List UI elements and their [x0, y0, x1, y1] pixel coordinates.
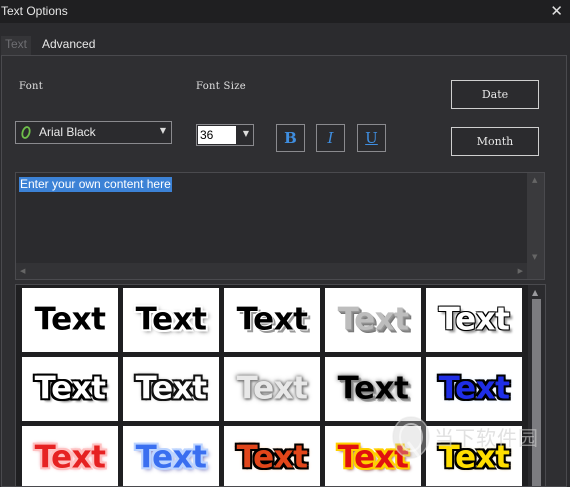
style-tile-text: Text — [438, 301, 510, 338]
style-tile-text: Text — [438, 439, 510, 476]
scroll-left-icon[interactable]: ◀ — [20, 267, 25, 275]
font-value: Arial Black — [39, 125, 96, 139]
style-tile-text: Text — [337, 370, 409, 407]
month-button[interactable]: Month — [451, 127, 539, 156]
style-tile-text: Text — [337, 439, 409, 476]
style-tile-text: Text — [337, 301, 409, 338]
style-tile-text: Text — [236, 439, 308, 476]
style-tile-7[interactable]: Text — [123, 357, 219, 421]
style-tile-11[interactable]: Text — [22, 426, 118, 486]
style-tile-5[interactable]: Text — [426, 288, 522, 352]
style-tile-text: Text — [135, 370, 207, 407]
tab-text[interactable]: Text — [1, 36, 32, 55]
scroll-up-icon[interactable]: ▲ — [532, 288, 538, 297]
gallery-scrollbar[interactable]: ▲ — [528, 285, 545, 486]
style-tile-text: Text — [135, 301, 207, 338]
font-select[interactable]: Arial Black ▼ — [15, 121, 172, 144]
font-type-icon — [21, 126, 31, 139]
scroll-up-icon[interactable]: ▲ — [532, 176, 537, 184]
style-tile-text: Text — [34, 301, 106, 338]
date-button[interactable]: Date — [451, 80, 539, 109]
tab-bar: Text Advanced — [0, 23, 570, 56]
tab-advanced[interactable]: Advanced — [38, 36, 99, 55]
editor-horizontal-scrollbar[interactable]: ◀ ▶ — [16, 263, 527, 279]
content-editor[interactable]: Enter your own content here ▲ ▼ ◀ ▶ — [15, 172, 545, 280]
italic-button[interactable]: I — [316, 124, 345, 152]
font-size-label: Font Size — [196, 81, 246, 92]
style-tile-12[interactable]: Text — [123, 426, 219, 486]
editor-vertical-scrollbar[interactable]: ▲ ▼ — [527, 173, 544, 264]
scroll-right-icon[interactable]: ▶ — [518, 267, 523, 275]
style-tile-3[interactable]: Text — [224, 288, 320, 352]
style-tile-2[interactable]: Text — [123, 288, 219, 352]
style-tile-text: Text — [34, 370, 106, 407]
style-tile-text: Text — [236, 301, 308, 338]
editor-selected-text[interactable]: Enter your own content here — [19, 177, 172, 192]
font-size-input[interactable]: 36 — [198, 126, 236, 144]
chevron-down-icon[interactable]: ▼ — [243, 129, 249, 138]
style-tile-text: Text — [236, 370, 308, 407]
style-tile-15[interactable]: Text — [426, 426, 522, 486]
chevron-down-icon: ▼ — [159, 126, 166, 135]
style-tile-text: Text — [135, 439, 207, 476]
style-tile-9[interactable]: Text — [325, 357, 421, 421]
style-tile-text: Text — [34, 439, 106, 476]
style-tile-8[interactable]: Text — [224, 357, 320, 421]
scrollbar-corner — [527, 263, 544, 279]
close-icon[interactable]: ✕ — [550, 2, 563, 20]
scroll-down-icon[interactable]: ▼ — [532, 253, 537, 261]
style-tile-text: Text — [438, 370, 510, 407]
text-style-gallery: Text Text Text Text Text Text Text Text … — [15, 284, 546, 487]
style-tile-4[interactable]: Text — [325, 288, 421, 352]
font-size-select[interactable]: 36 ▼ — [196, 124, 254, 146]
style-tile-6[interactable]: Text — [22, 357, 118, 421]
bold-button[interactable]: B — [276, 124, 305, 152]
style-tile-10[interactable]: Text — [426, 357, 522, 421]
font-label: Font — [19, 81, 44, 92]
style-tile-14[interactable]: Text — [325, 426, 421, 486]
style-tile-1[interactable]: Text — [22, 288, 118, 352]
title-bar: Text Options ✕ — [0, 0, 570, 23]
window-title: Text Options — [1, 4, 68, 18]
gallery-scroll-thumb[interactable] — [532, 299, 541, 486]
underline-button[interactable]: U — [357, 124, 386, 152]
style-tile-13[interactable]: Text — [224, 426, 320, 486]
